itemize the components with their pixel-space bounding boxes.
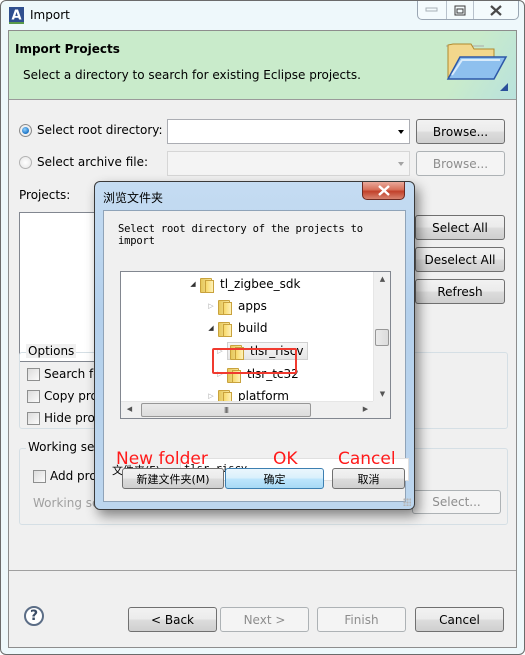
scroll-up-icon[interactable]: ▲ bbox=[374, 275, 390, 283]
archive-browse-button: Browse... bbox=[416, 151, 505, 176]
options-checkbox-1[interactable]: Search fo bbox=[27, 367, 101, 381]
archive-file-radio[interactable] bbox=[19, 155, 32, 169]
chevron-down-icon bbox=[398, 162, 404, 166]
options-checkbox-3[interactable]: Hide pro bbox=[27, 411, 95, 425]
folder-tree[interactable]: ◢ tl_zigbee_sdk ▷ apps ◢ build ▷ tlsr_ri… bbox=[120, 271, 391, 419]
vertical-scrollbar[interactable]: ▲ ▼ bbox=[373, 272, 390, 401]
collapsed-arrow-icon[interactable]: ▷ bbox=[207, 302, 215, 310]
working-set-select-button: Select... bbox=[412, 490, 501, 514]
dialog-description: Select root directory of the projects to… bbox=[118, 223, 363, 247]
tree-item[interactable]: ◢ build bbox=[207, 318, 268, 338]
banner-description: Select a directory to search for existin… bbox=[23, 68, 361, 82]
wizard-banner: Import Projects Select a directory to se… bbox=[9, 31, 516, 100]
options-checkbox-2[interactable]: Copy pro bbox=[27, 389, 98, 403]
ok-button[interactable]: 确定 bbox=[225, 468, 324, 489]
tree-item[interactable]: ◢ tl_zigbee_sdk bbox=[189, 274, 301, 294]
window-controls bbox=[417, 1, 519, 20]
scroll-thumb[interactable]: III bbox=[141, 403, 311, 417]
annotation-cancel: Cancel bbox=[338, 449, 396, 469]
scroll-corner bbox=[373, 401, 390, 418]
resize-grip-icon[interactable] bbox=[403, 498, 411, 506]
minimize-button[interactable] bbox=[418, 1, 446, 19]
banner-title: Import Projects bbox=[15, 42, 120, 56]
folder-icon bbox=[218, 299, 232, 315]
select-all-button[interactable]: Select All bbox=[415, 215, 505, 240]
browse-folder-dialog: 浏览文件夹 Select root directory of the proje… bbox=[94, 181, 415, 510]
chevron-down-icon bbox=[398, 130, 404, 134]
tree-item-label: build bbox=[238, 321, 268, 335]
footer-separator bbox=[9, 570, 516, 571]
annotation-ok: OK bbox=[273, 449, 298, 469]
next-button: Next > bbox=[220, 607, 309, 632]
open-folder-icon bbox=[446, 43, 508, 91]
archive-file-combo bbox=[167, 151, 410, 176]
annotation-new-folder: New folder bbox=[116, 449, 208, 469]
scroll-thumb[interactable] bbox=[375, 329, 389, 346]
working-sets-title: Working se bbox=[26, 440, 97, 454]
scroll-down-icon[interactable]: ▼ bbox=[374, 390, 390, 398]
checkbox[interactable] bbox=[27, 411, 40, 425]
deselect-all-button[interactable]: Deselect All bbox=[415, 247, 505, 272]
collapsed-arrow-icon[interactable]: ▷ bbox=[207, 392, 215, 400]
root-browse-button[interactable]: Browse... bbox=[416, 119, 505, 144]
expanded-arrow-icon[interactable]: ◢ bbox=[207, 324, 215, 332]
folder-icon bbox=[218, 321, 232, 337]
minimize-icon bbox=[425, 7, 438, 12]
options-title: Options bbox=[26, 344, 77, 358]
tree-item-label: apps bbox=[238, 299, 267, 313]
back-button[interactable]: < Back bbox=[128, 607, 217, 632]
new-folder-button[interactable]: 新建文件夹(M) bbox=[122, 468, 224, 489]
root-directory-label: Select root directory: bbox=[37, 123, 163, 137]
checkbox-label: Search fo bbox=[44, 367, 101, 381]
dialog-close-button[interactable] bbox=[362, 182, 405, 200]
projects-label: Projects: bbox=[19, 188, 71, 202]
close-button[interactable] bbox=[473, 1, 518, 19]
root-directory-option[interactable]: Select root directory: bbox=[19, 123, 163, 137]
dialog-cancel-button[interactable]: 取消 bbox=[332, 468, 405, 489]
expanded-arrow-icon[interactable]: ◢ bbox=[189, 280, 197, 288]
scroll-right-icon[interactable]: ▶ bbox=[357, 405, 374, 413]
maximize-icon bbox=[454, 5, 466, 15]
checkbox[interactable] bbox=[27, 367, 40, 381]
root-directory-radio[interactable] bbox=[19, 123, 32, 137]
checkbox[interactable] bbox=[33, 469, 46, 483]
archive-file-option[interactable]: Select archive file: bbox=[19, 155, 148, 169]
folder-icon bbox=[200, 277, 214, 293]
checkbox-label: Hide pro bbox=[44, 411, 95, 425]
working-sets-label: Working se bbox=[33, 496, 100, 510]
banner-icon-area bbox=[436, 31, 516, 99]
tree-item-label: tl_zigbee_sdk bbox=[220, 277, 301, 291]
checkbox-label: Copy pro bbox=[44, 389, 98, 403]
refresh-button[interactable]: Refresh bbox=[415, 279, 505, 304]
close-icon bbox=[377, 185, 390, 196]
tree-item[interactable]: ▷ apps bbox=[207, 296, 267, 316]
help-icon[interactable]: ? bbox=[24, 606, 44, 626]
maximize-button[interactable] bbox=[446, 1, 473, 19]
checkbox-label: Add pro bbox=[50, 469, 97, 483]
dialog-title: 浏览文件夹 bbox=[103, 191, 164, 205]
scroll-left-icon[interactable]: ◀ bbox=[121, 405, 138, 413]
window-title: Import bbox=[30, 8, 70, 22]
checkbox[interactable] bbox=[27, 389, 40, 403]
dialog-client-area: Select root directory of the projects to… bbox=[103, 210, 409, 502]
horizontal-scrollbar[interactable]: ◀ III ▶ bbox=[121, 401, 374, 418]
close-icon bbox=[490, 4, 502, 16]
svg-text:A: A bbox=[11, 9, 21, 24]
eclipse-a-icon: A bbox=[9, 7, 24, 24]
add-to-working-set-option[interactable]: Add pro bbox=[33, 469, 97, 483]
annotation-highlight-box bbox=[212, 348, 297, 374]
archive-file-label: Select archive file: bbox=[37, 155, 149, 169]
root-directory-combo[interactable] bbox=[167, 119, 410, 144]
finish-button: Finish bbox=[317, 607, 406, 632]
cancel-button[interactable]: Cancel bbox=[415, 607, 504, 632]
title-bar[interactable]: A Import bbox=[1, 1, 524, 30]
